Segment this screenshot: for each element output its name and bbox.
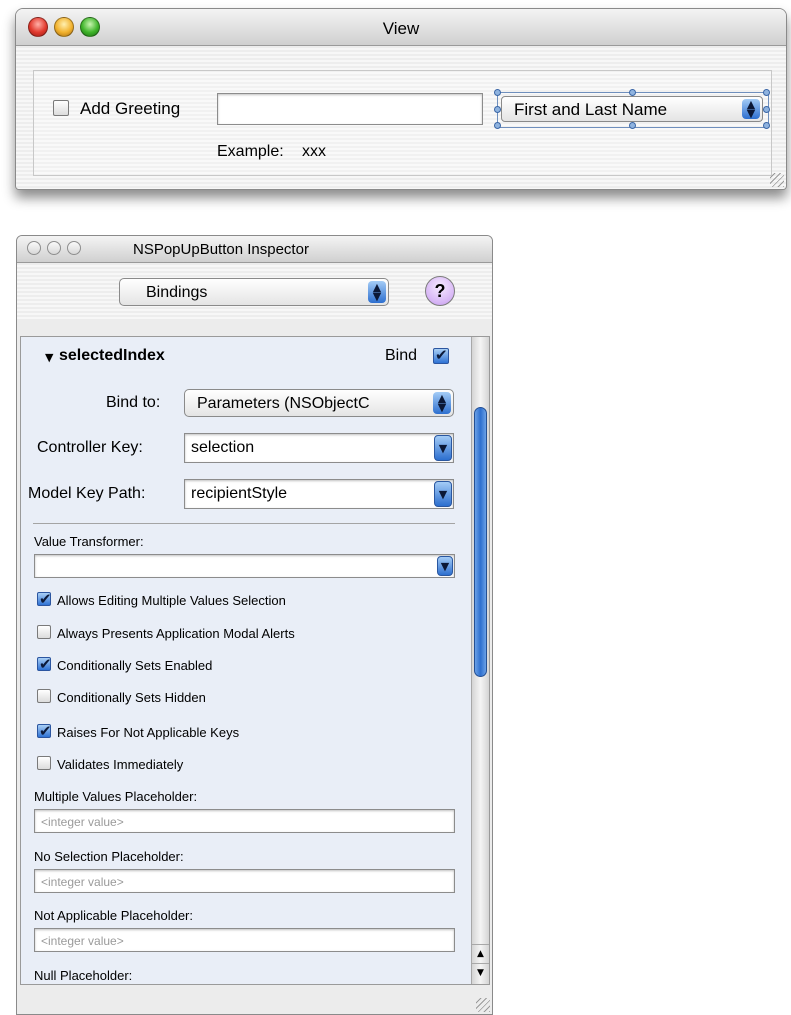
scroll-up-arrow-icon[interactable]: ▲ bbox=[472, 944, 489, 963]
popup-arrows-icon: ▲ ▼ bbox=[433, 392, 451, 414]
no-selection-placeholder-field[interactable]: <integer value> bbox=[34, 869, 455, 893]
bindings-panel: ▲ ▼ ▼ selectedIndex Bind Bind to: Parame… bbox=[20, 336, 490, 985]
placeholder-label: Multiple Values Placeholder: bbox=[34, 789, 198, 804]
option-checkbox[interactable] bbox=[37, 655, 52, 673]
option-label: Raises For Not Applicable Keys bbox=[57, 725, 240, 740]
value-transformer-label: Value Transformer: bbox=[34, 534, 144, 549]
scrollbar-thumb[interactable] bbox=[474, 407, 487, 677]
view-window-title: View bbox=[382, 19, 420, 38]
inspector-resize-grip-icon[interactable] bbox=[476, 998, 490, 1012]
section-divider bbox=[33, 523, 455, 524]
placeholder-label: No Selection Placeholder: bbox=[34, 849, 184, 864]
inspector-pane-popup[interactable]: Bindings ▲ ▼ bbox=[119, 278, 389, 306]
help-button[interactable]: ? bbox=[425, 276, 455, 306]
resize-handle-top-right[interactable] bbox=[763, 89, 770, 96]
model-key-path-combo[interactable]: recipientStyle ▼ bbox=[184, 479, 454, 509]
popup-arrows-icon: ▲ ▼ bbox=[742, 99, 760, 119]
option-label: Conditionally Sets Hidden bbox=[57, 690, 206, 705]
resize-handle-top-middle[interactable] bbox=[629, 89, 636, 96]
option-checkbox[interactable] bbox=[37, 590, 52, 608]
bind-to-label: Bind to: bbox=[106, 394, 161, 411]
option-checkbox[interactable] bbox=[37, 689, 51, 703]
add-greeting-checkbox[interactable] bbox=[53, 100, 69, 116]
inspector-toolbar: Bindings ▲ ▼ ? bbox=[17, 263, 492, 319]
option-label: Conditionally Sets Enabled bbox=[57, 658, 213, 673]
combo-dropdown-icon[interactable]: ▼ bbox=[434, 435, 452, 461]
inspector-minimize-button[interactable] bbox=[47, 241, 61, 255]
inspector-window-title: NSPopUpButton Inspector bbox=[133, 241, 309, 258]
combo-dropdown-icon[interactable]: ▼ bbox=[434, 481, 452, 507]
controller-key-combo[interactable]: selection ▼ bbox=[184, 433, 454, 463]
option-checkbox[interactable] bbox=[37, 625, 51, 639]
placeholder-label: Not Applicable Placeholder: bbox=[34, 908, 193, 923]
greeting-text-field[interactable] bbox=[217, 93, 483, 125]
inspector-close-button[interactable] bbox=[27, 241, 41, 255]
resize-handle-bottom-left[interactable] bbox=[494, 122, 501, 129]
resize-handle-middle-left[interactable] bbox=[494, 106, 501, 113]
multiple-values-placeholder-field[interactable]: <integer value> bbox=[34, 809, 455, 833]
placeholder-text: <integer value> bbox=[41, 934, 124, 948]
help-icon: ? bbox=[434, 281, 446, 301]
scroll-down-arrow-icon[interactable]: ▼ bbox=[472, 963, 489, 982]
vertical-scrollbar[interactable]: ▲ ▼ bbox=[471, 337, 489, 984]
bind-to-popup-label: Parameters (NSObjectC bbox=[197, 395, 370, 412]
inspector-zoom-button[interactable] bbox=[67, 241, 81, 255]
binding-name: selectedIndex bbox=[59, 347, 165, 364]
example-value: xxx bbox=[302, 143, 326, 160]
name-style-popup-label: First and Last Name bbox=[514, 100, 668, 119]
resize-handle-bottom-right[interactable] bbox=[763, 122, 770, 129]
window-resize-grip-icon[interactable] bbox=[770, 173, 784, 187]
controller-key-value: selection bbox=[191, 439, 255, 456]
popup-arrows-icon: ▲ ▼ bbox=[368, 281, 386, 303]
name-style-popup[interactable]: First and Last Name ▲ ▼ bbox=[501, 96, 763, 122]
bind-label: Bind bbox=[385, 347, 418, 364]
combo-dropdown-icon[interactable]: ▼ bbox=[437, 556, 453, 576]
controller-key-label: Controller Key: bbox=[37, 439, 143, 456]
example-label: Example: bbox=[217, 143, 284, 160]
placeholder-label: Null Placeholder: bbox=[34, 968, 133, 983]
value-transformer-combo[interactable]: ▼ bbox=[34, 554, 455, 578]
model-key-path-label: Model Key Path: bbox=[28, 485, 146, 502]
resize-handle-top-left[interactable] bbox=[494, 89, 501, 96]
inspector-pane-popup-label: Bindings bbox=[146, 284, 208, 301]
view-window: View Add Greeting First and Last Name ▲ ▼… bbox=[15, 8, 787, 190]
placeholder-text: <integer value> bbox=[41, 815, 124, 829]
bind-checkbox[interactable] bbox=[433, 346, 449, 364]
not-applicable-placeholder-field[interactable]: <integer value> bbox=[34, 928, 455, 952]
inspector-titlebar: NSPopUpButton Inspector bbox=[17, 236, 492, 263]
resize-handle-bottom-middle[interactable] bbox=[629, 122, 636, 129]
inspector-window: NSPopUpButton Inspector Bindings ▲ ▼ ? ▲ … bbox=[16, 235, 493, 1015]
name-style-popup-selection: First and Last Name ▲ ▼ bbox=[494, 89, 770, 129]
add-greeting-label: Add Greeting bbox=[80, 99, 181, 118]
placeholder-text: <integer value> bbox=[41, 875, 124, 889]
option-label: Always Presents Application Modal Alerts bbox=[57, 626, 295, 641]
model-key-path-value: recipientStyle bbox=[191, 485, 288, 502]
option-label: Allows Editing Multiple Values Selection bbox=[57, 593, 286, 608]
option-label: Validates Immediately bbox=[57, 757, 184, 772]
disclosure-triangle-icon[interactable]: ▼ bbox=[45, 351, 53, 364]
bind-to-popup[interactable]: Parameters (NSObjectC ▲ ▼ bbox=[184, 389, 454, 417]
view-titlebar: View bbox=[16, 9, 786, 46]
view-content: Add Greeting First and Last Name ▲ ▼ Exam… bbox=[16, 46, 786, 189]
option-checkbox[interactable] bbox=[37, 722, 52, 740]
resize-handle-middle-right[interactable] bbox=[763, 106, 770, 113]
option-checkbox[interactable] bbox=[37, 756, 51, 770]
